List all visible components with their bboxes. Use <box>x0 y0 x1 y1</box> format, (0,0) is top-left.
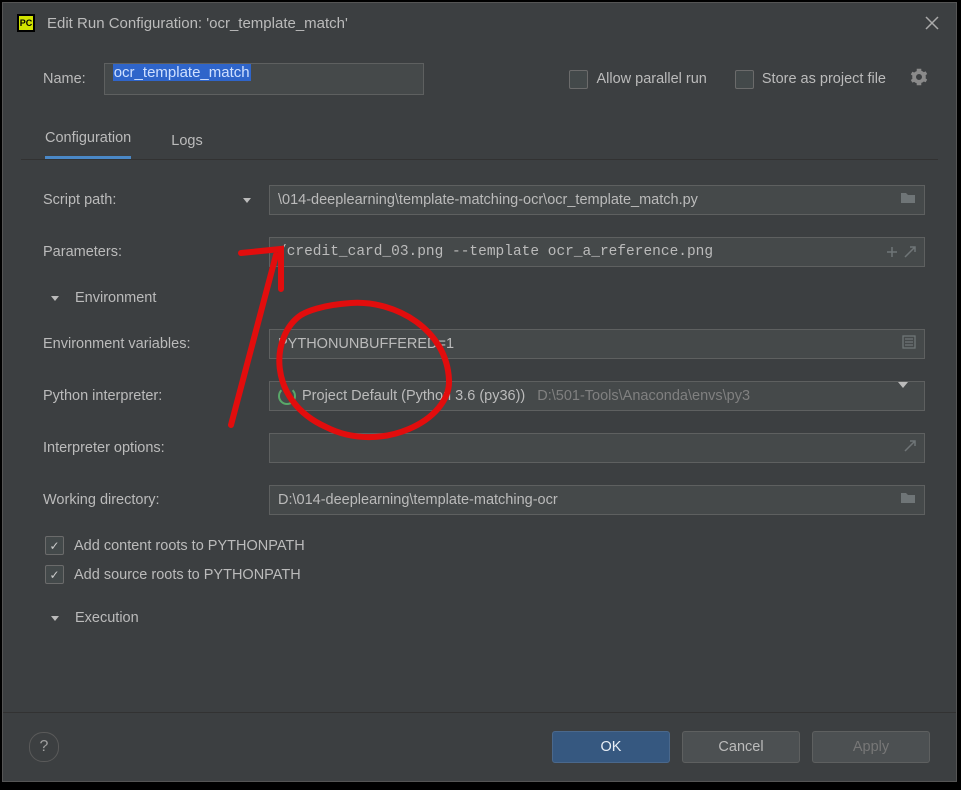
checkbox-checked-icon: ✓ <box>45 536 64 555</box>
python-interpreter-value: Project Default (Python 3.6 (py36)) <box>302 388 525 404</box>
chevron-down-icon[interactable] <box>243 198 251 203</box>
python-interpreter-select[interactable]: Project Default (Python 3.6 (py36)) D:\5… <box>269 381 925 411</box>
working-directory-row: Working directory: D:\014-deeplearning\t… <box>43 474 925 526</box>
env-vars-row: Environment variables: PYTHONUNBUFFERED=… <box>43 318 925 370</box>
parameters-input[interactable]: /credit_card_03.png --template ocr_a_ref… <box>269 237 925 267</box>
script-path-input[interactable]: \014-deeplearning\template-matching-ocr\… <box>269 185 925 215</box>
add-source-roots-checkbox[interactable]: ✓ Add source roots to PYTHONPATH <box>45 565 923 584</box>
ok-button[interactable]: OK <box>552 731 670 763</box>
name-label: Name: <box>43 71 86 87</box>
name-row: Name: ocr_template_match Allow parallel … <box>3 43 956 115</box>
tab-logs[interactable]: Logs <box>171 133 202 159</box>
parameters-row: Parameters: /credit_card_03.png --templa… <box>43 226 925 278</box>
python-interpreter-path: D:\501-Tools\Anaconda\envs\py3 <box>537 388 750 404</box>
add-content-roots-label: Add content roots to PYTHONPATH <box>74 538 305 554</box>
execution-section-header[interactable]: Execution <box>43 598 925 638</box>
script-path-label: Script path: <box>43 192 116 208</box>
dialog-title: Edit Run Configuration: 'ocr_template_ma… <box>47 15 922 32</box>
checkbox-icon <box>735 70 754 89</box>
python-interpreter-label: Python interpreter: <box>43 388 265 404</box>
environment-header-label: Environment <box>75 290 156 306</box>
parameters-value: /credit_card_03.png --template ocr_a_ref… <box>278 244 713 260</box>
add-content-roots-checkbox[interactable]: ✓ Add content roots to PYTHONPATH <box>45 536 923 555</box>
folder-icon[interactable] <box>900 191 916 209</box>
interpreter-options-row: Interpreter options: <box>43 422 925 474</box>
working-directory-input[interactable]: D:\014-deeplearning\template-matching-oc… <box>269 485 925 515</box>
tab-bar: Configuration Logs <box>21 115 938 160</box>
folder-icon[interactable] <box>900 491 916 509</box>
script-path-row: Script path: \014-deeplearning\template-… <box>43 174 925 226</box>
config-scroll-area: Script path: \014-deeplearning\template-… <box>21 160 938 680</box>
checkbox-icon <box>569 70 588 89</box>
name-input[interactable]: ocr_template_match <box>104 63 424 95</box>
script-path-value: \014-deeplearning\template-matching-ocr\… <box>278 192 698 208</box>
store-as-project-file-label: Store as project file <box>762 71 886 87</box>
checkbox-checked-icon: ✓ <box>45 565 64 584</box>
help-button[interactable]: ? <box>29 732 59 762</box>
insert-macro-icon[interactable] <box>886 246 916 258</box>
pycharm-icon: PC <box>17 14 35 32</box>
edit-run-configuration-dialog: PC Edit Run Configuration: 'ocr_template… <box>2 2 957 782</box>
execution-header-label: Execution <box>75 610 139 626</box>
dialog-footer: ? OK Cancel Apply <box>3 712 956 781</box>
env-vars-input[interactable]: PYTHONUNBUFFERED=1 <box>269 329 925 359</box>
dialog-body: Configuration Logs Script path: \014-dee… <box>21 115 938 680</box>
cancel-button[interactable]: Cancel <box>682 731 800 763</box>
apply-button[interactable]: Apply <box>812 731 930 763</box>
store-as-project-file-checkbox[interactable]: Store as project file <box>735 70 886 89</box>
parameters-label: Parameters: <box>43 244 265 260</box>
loading-spinner-icon <box>278 387 296 405</box>
gear-icon[interactable] <box>910 68 928 91</box>
name-input-value: ocr_template_match <box>113 64 251 81</box>
interpreter-options-label: Interpreter options: <box>43 440 265 456</box>
close-icon[interactable] <box>922 13 942 33</box>
working-directory-value: D:\014-deeplearning\template-matching-oc… <box>278 492 558 508</box>
working-directory-label: Working directory: <box>43 492 265 508</box>
chevron-down-icon <box>51 296 59 301</box>
environment-section-header[interactable]: Environment <box>43 278 925 318</box>
chevron-down-icon <box>51 616 59 621</box>
add-source-roots-label: Add source roots to PYTHONPATH <box>74 567 301 583</box>
env-vars-label: Environment variables: <box>43 336 265 352</box>
interpreter-options-input[interactable] <box>269 433 925 463</box>
titlebar: PC Edit Run Configuration: 'ocr_template… <box>3 3 956 43</box>
chevron-down-icon[interactable] <box>890 388 916 404</box>
expand-icon[interactable] <box>904 440 916 456</box>
allow-parallel-run-checkbox[interactable]: Allow parallel run <box>569 70 706 89</box>
allow-parallel-run-label: Allow parallel run <box>596 71 706 87</box>
python-interpreter-row: Python interpreter: Project Default (Pyt… <box>43 370 925 422</box>
env-vars-value: PYTHONUNBUFFERED=1 <box>278 336 454 352</box>
tab-configuration[interactable]: Configuration <box>45 130 131 159</box>
list-icon[interactable] <box>902 335 916 353</box>
